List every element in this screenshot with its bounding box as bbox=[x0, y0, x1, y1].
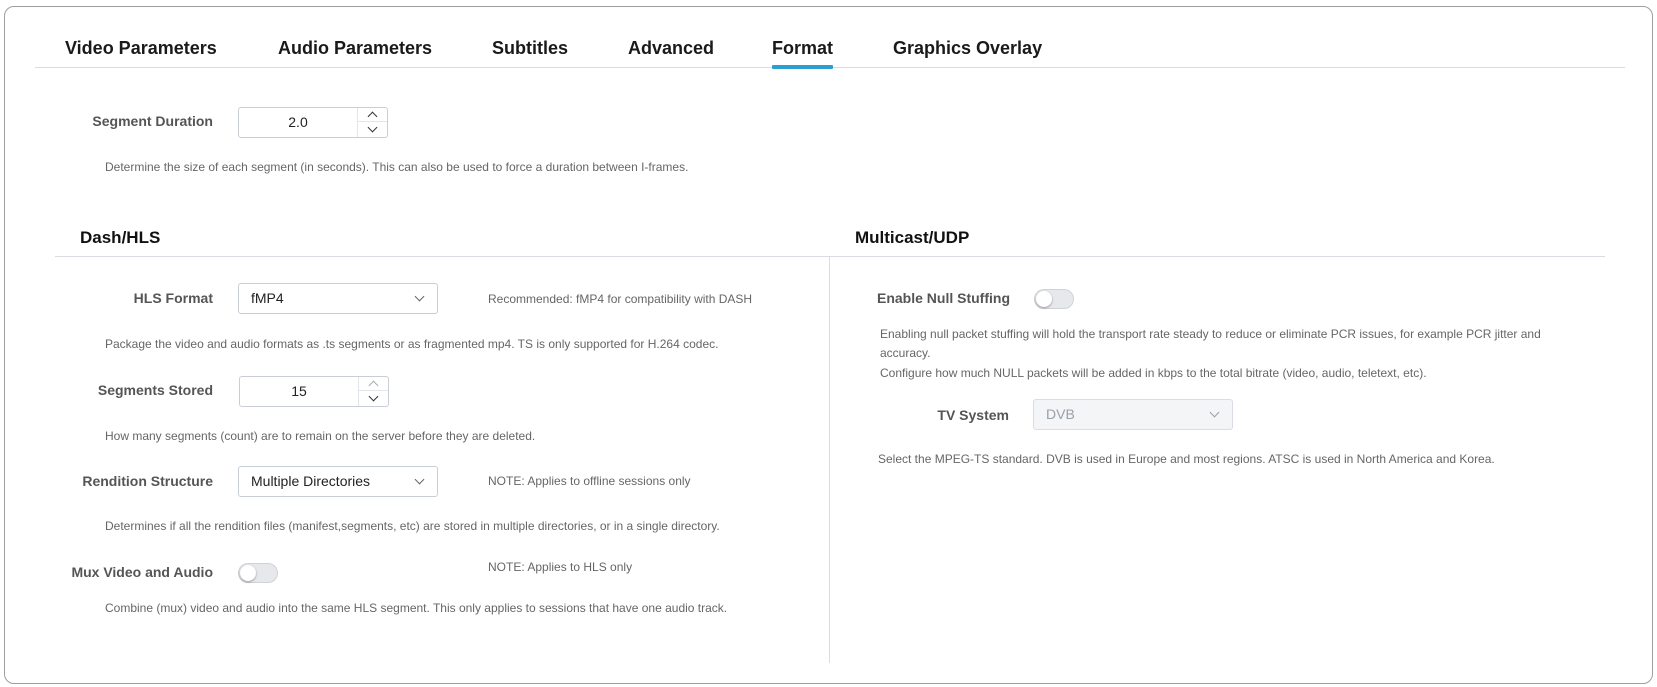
chevron-up-icon bbox=[368, 380, 379, 391]
rendition-structure-select[interactable]: Multiple Directories bbox=[238, 466, 438, 497]
mux-video-audio-note: NOTE: Applies to HLS only bbox=[488, 560, 633, 574]
segments-stored-input[interactable]: 15 bbox=[240, 377, 358, 406]
segment-duration-decrement-button[interactable] bbox=[358, 122, 387, 136]
toggle-knob bbox=[1036, 291, 1052, 307]
mux-video-audio-toggle[interactable] bbox=[238, 563, 278, 583]
null-stuffing-help-line3: Configure how much NULL packets will be … bbox=[880, 366, 1427, 380]
null-stuffing-help-line1: Enabling null packet stuffing will hold … bbox=[880, 327, 1541, 341]
chevron-down-icon bbox=[368, 391, 379, 402]
tab-bar: Video Parameters Audio Parameters Subtit… bbox=[35, 34, 1625, 69]
segment-duration-help: Determine the size of each segment (in s… bbox=[105, 160, 689, 174]
segment-duration-stepper: 2.0 bbox=[238, 107, 388, 138]
chevron-down-icon bbox=[367, 122, 378, 133]
tab-audio-parameters[interactable]: Audio Parameters bbox=[278, 38, 432, 68]
segments-stored-decrement-button[interactable] bbox=[359, 391, 388, 405]
hls-format-help: Package the video and audio formats as .… bbox=[105, 337, 719, 351]
hls-format-note: Recommended: fMP4 for compatibility with… bbox=[488, 292, 753, 306]
dash-hls-title: Dash/HLS bbox=[80, 228, 161, 247]
mux-video-audio-help: Combine (mux) video and audio into the s… bbox=[105, 601, 728, 615]
null-stuffing-help-line2: accuracy. bbox=[880, 346, 931, 360]
tv-system-value: DVB bbox=[1046, 406, 1075, 422]
null-stuffing-label: Enable Null Stuffing bbox=[877, 290, 1010, 306]
segment-duration-arrows bbox=[357, 108, 387, 137]
segments-stored-stepper: 15 bbox=[239, 376, 389, 407]
hls-format-label: HLS Format bbox=[133, 290, 213, 306]
tv-system-help: Select the MPEG-TS standard. DVB is used… bbox=[878, 452, 1495, 466]
hls-format-value: fMP4 bbox=[251, 290, 284, 306]
segments-stored-help: How many segments (count) are to remain … bbox=[105, 429, 536, 443]
chevron-up-icon bbox=[367, 111, 378, 122]
segments-stored-label: Segments Stored bbox=[97, 382, 213, 398]
segment-duration-label: Segment Duration bbox=[92, 113, 213, 129]
tab-graphics-overlay[interactable]: Graphics Overlay bbox=[893, 38, 1042, 68]
tab-advanced[interactable]: Advanced bbox=[628, 38, 714, 68]
mux-video-audio-label: Mux Video and Audio bbox=[71, 564, 213, 580]
chevron-down-icon bbox=[414, 474, 425, 485]
segments-stored-increment-button[interactable] bbox=[359, 377, 388, 391]
tab-format[interactable]: Format bbox=[772, 38, 834, 69]
tab-subtitles[interactable]: Subtitles bbox=[492, 38, 568, 68]
rendition-structure-note: NOTE: Applies to offline sessions only bbox=[488, 474, 691, 488]
tab-video-parameters[interactable]: Video Parameters bbox=[65, 38, 217, 68]
tv-system-select[interactable]: DVB bbox=[1033, 399, 1233, 430]
tv-system-label: TV System bbox=[937, 407, 1009, 423]
rendition-structure-value: Multiple Directories bbox=[251, 473, 371, 489]
chevron-down-icon bbox=[1209, 407, 1220, 418]
toggle-knob bbox=[240, 565, 256, 581]
segment-duration-increment-button[interactable] bbox=[358, 108, 387, 122]
chevron-down-icon bbox=[414, 291, 425, 302]
column-divider bbox=[829, 257, 830, 663]
section-divider bbox=[55, 256, 1605, 257]
multicast-udp-title: Multicast/UDP bbox=[855, 228, 970, 247]
hls-format-select[interactable]: fMP4 bbox=[238, 283, 438, 314]
segment-duration-input[interactable]: 2.0 bbox=[239, 108, 357, 137]
rendition-structure-label: Rendition Structure bbox=[82, 473, 213, 489]
null-stuffing-toggle[interactable] bbox=[1034, 289, 1074, 309]
segments-stored-arrows bbox=[358, 377, 388, 406]
rendition-structure-help: Determines if all the rendition files (m… bbox=[105, 519, 720, 533]
